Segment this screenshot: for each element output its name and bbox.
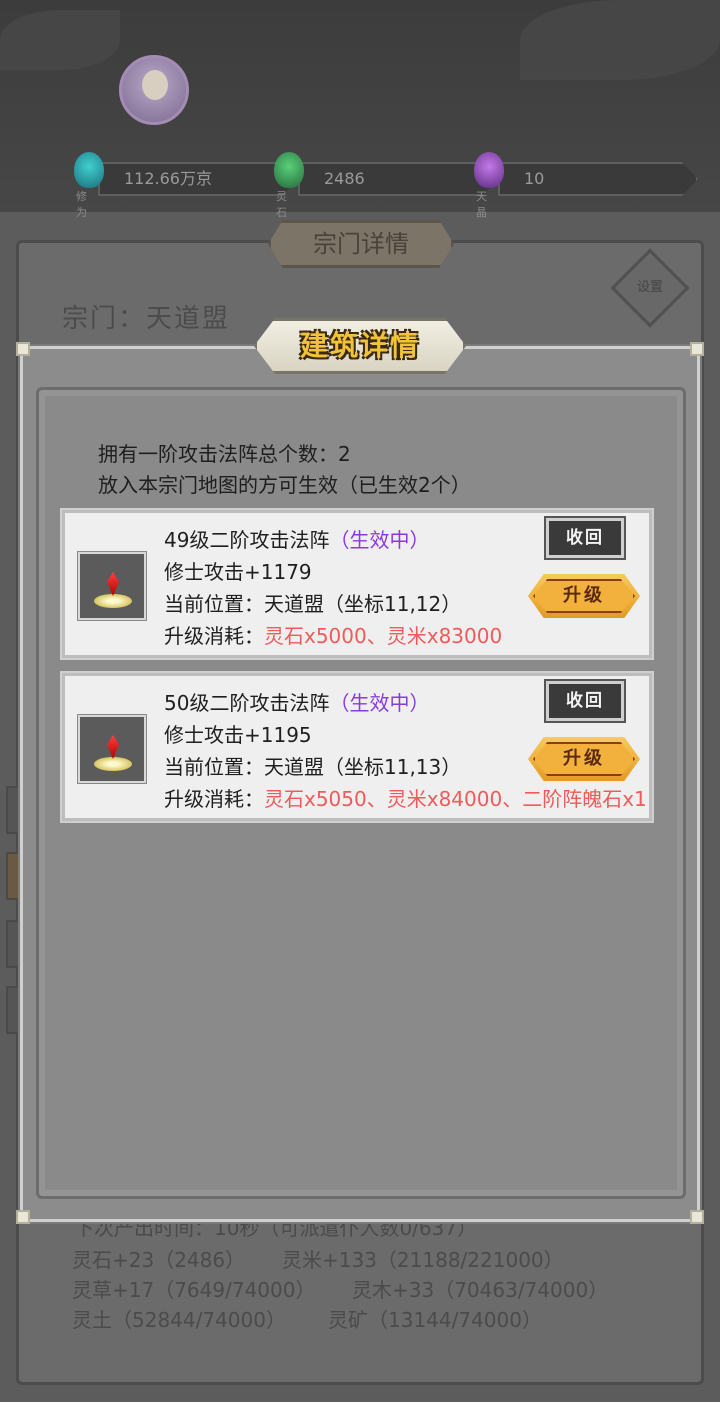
formation-title: 49级二阶攻击法阵（生效中） bbox=[164, 524, 429, 553]
corner-ornament bbox=[690, 1210, 704, 1224]
sect-details-title: 宗门详情 bbox=[268, 220, 454, 268]
side-tab[interactable] bbox=[6, 986, 20, 1034]
corner-ornament bbox=[16, 342, 30, 356]
cost-value: 灵石x5050、灵米x84000、二阶阵魄石x1 bbox=[264, 787, 647, 811]
resource-label: 灵石 bbox=[276, 190, 287, 219]
side-tab[interactable] bbox=[6, 852, 20, 900]
sky-crystal-icon bbox=[474, 152, 504, 188]
formation-title: 50级二阶攻击法阵（生效中） bbox=[164, 687, 429, 716]
red-crystal-icon bbox=[107, 572, 119, 596]
formation-location: 当前位置：天道盟（坐标11,13） bbox=[164, 755, 462, 779]
formation-effective-note: 放入本宗门地图的方可生效（已生效2个） bbox=[98, 473, 471, 497]
formation-thumbnail bbox=[78, 715, 146, 783]
resource-label: 修为 bbox=[76, 190, 87, 219]
spirit-stone-icon bbox=[274, 152, 304, 188]
production-soil: 灵土（52844/74000） bbox=[72, 1308, 286, 1332]
red-crystal-icon bbox=[107, 735, 119, 759]
recall-button[interactable]: 收回 bbox=[546, 681, 624, 721]
cost-label: 升级消耗： bbox=[164, 624, 264, 648]
formation-card: 49级二阶攻击法阵（生效中） 修士攻击+1179 当前位置：天道盟（坐标11,1… bbox=[60, 508, 654, 660]
formation-card: 50级二阶攻击法阵（生效中） 修士攻击+1195 当前位置：天道盟（坐标11,1… bbox=[60, 671, 654, 823]
resource-value: 112.66万京 bbox=[98, 162, 298, 196]
settings-label: 设置 bbox=[636, 280, 663, 295]
modal-title-plaque: 建筑详情 bbox=[254, 318, 466, 374]
production-stone: 灵石+23（2486） bbox=[72, 1248, 246, 1272]
formation-name: 49级二阶攻击法阵 bbox=[164, 528, 330, 552]
formation-base-icon bbox=[94, 757, 132, 771]
corner-ornament bbox=[16, 1210, 30, 1224]
cultivation-icon bbox=[74, 152, 104, 188]
upgrade-button[interactable]: 升级 bbox=[528, 574, 640, 618]
upgrade-label: 升级 bbox=[533, 742, 635, 776]
resource-label: 天晶 bbox=[476, 190, 487, 219]
recall-button[interactable]: 收回 bbox=[546, 518, 624, 558]
formation-status: （生效中） bbox=[329, 691, 430, 715]
resource-value: 2486 bbox=[298, 162, 498, 196]
player-avatar[interactable] bbox=[119, 55, 189, 125]
formation-name: 50级二阶攻击法阵 bbox=[164, 691, 330, 715]
formation-thumbnail bbox=[78, 552, 146, 620]
formation-base-icon bbox=[94, 594, 132, 608]
modal-title: 建筑详情 bbox=[299, 329, 420, 362]
production-ore: 灵矿（13144/74000） bbox=[328, 1308, 542, 1332]
avatar-face bbox=[142, 70, 168, 100]
side-tab[interactable] bbox=[6, 920, 20, 968]
upgrade-label: 升级 bbox=[533, 579, 635, 613]
production-herb: 灵草+17（7649/74000） bbox=[72, 1278, 316, 1302]
upgrade-button[interactable]: 升级 bbox=[528, 737, 640, 781]
formation-upgrade-cost: 升级消耗：灵石x5050、灵米x84000、二阶阵魄石x1 bbox=[164, 783, 647, 812]
formation-total-count: 拥有一阶攻击法阵总个数：2 bbox=[98, 442, 351, 466]
formation-status: （生效中） bbox=[329, 528, 430, 552]
leaf-decoration bbox=[0, 10, 120, 70]
resource-value: 10 bbox=[498, 162, 698, 196]
formation-attack: 修士攻击+1195 bbox=[164, 723, 312, 747]
formation-upgrade-cost: 升级消耗：灵石x5000、灵米x83000 bbox=[164, 620, 502, 649]
formation-attack: 修士攻击+1179 bbox=[164, 560, 312, 584]
cost-label: 升级消耗： bbox=[164, 787, 264, 811]
side-tab[interactable] bbox=[6, 786, 20, 834]
formation-location: 当前位置：天道盟（坐标11,12） bbox=[164, 592, 462, 616]
production-wood: 灵木+33（70463/74000） bbox=[352, 1278, 609, 1302]
cost-value: 灵石x5000、灵米x83000 bbox=[264, 624, 503, 648]
corner-ornament bbox=[690, 342, 704, 356]
sect-name: 宗门：天道盟 bbox=[62, 304, 231, 334]
production-rice: 灵米+133（21188/221000） bbox=[282, 1248, 564, 1272]
leaf-decoration bbox=[520, 0, 720, 80]
